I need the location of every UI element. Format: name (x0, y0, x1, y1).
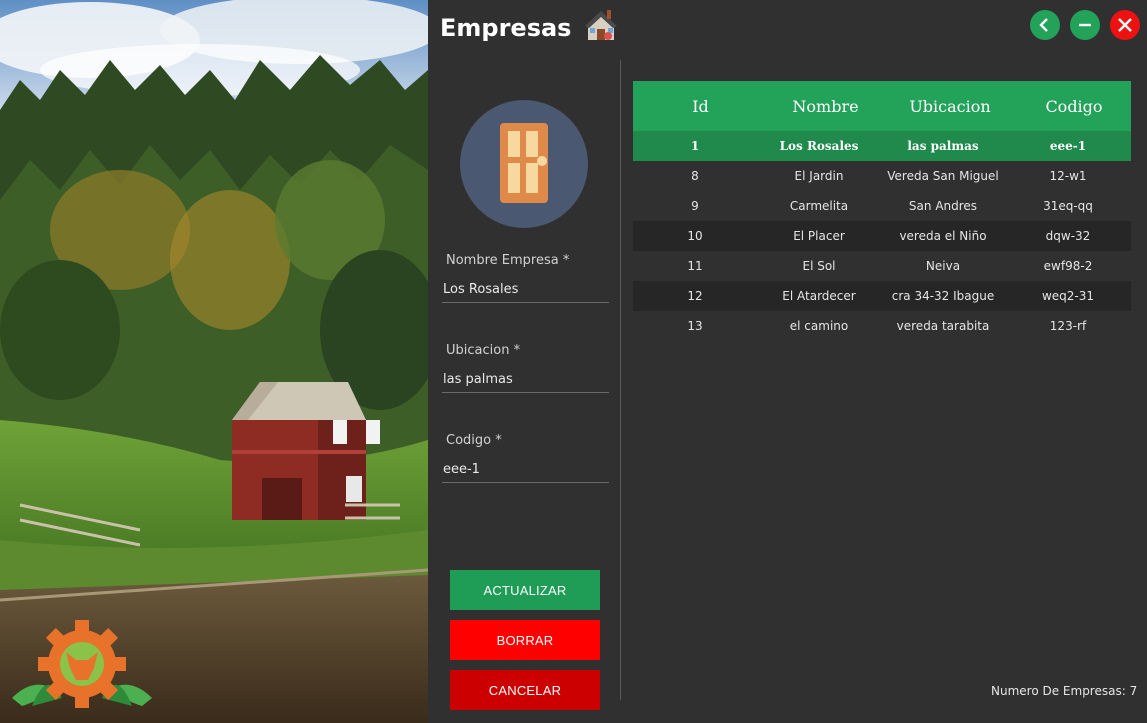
cell-name: El Sol (802, 259, 836, 273)
table-row-selected[interactable]: 1 Los Rosales las palmas eee-1 (633, 131, 1131, 161)
cell-location: Neiva (925, 259, 961, 273)
cell-code: weq2-31 (1041, 289, 1095, 303)
header-code[interactable]: Codigo (1017, 97, 1131, 116)
farm-landscape-image (0, 0, 428, 723)
delete-button[interactable]: BORRAR (450, 620, 600, 660)
header-id[interactable]: Id (633, 97, 768, 116)
gear-bull-logo-icon (12, 618, 152, 710)
header-name[interactable]: Nombre (768, 97, 883, 116)
cell-id: 8 (691, 169, 699, 183)
cell-code: 123-rf (1049, 319, 1087, 333)
cell-code: 12-w1 (1049, 169, 1087, 183)
company-name-input[interactable] (442, 276, 609, 303)
company-name-label: Nombre Empresa * (446, 253, 570, 268)
cell-code: 31eq-qq (1043, 199, 1093, 213)
cell-name: El Jardin (794, 169, 844, 183)
table-row[interactable]: 13 el camino vereda tarabita 123-rf (633, 311, 1131, 341)
table-row[interactable]: 11 El Sol Neiva ewf98-2 (633, 251, 1131, 281)
code-input[interactable] (442, 456, 609, 483)
code-label: Codigo * (446, 433, 502, 448)
minus-icon (1079, 23, 1091, 27)
cell-code: eee-1 (1049, 139, 1087, 153)
cell-name: El Placer (793, 229, 845, 243)
table-row[interactable]: 10 El Placer vereda el Niño dqw-32 (633, 221, 1131, 251)
door-icon (500, 123, 548, 203)
cell-name: Carmelita (789, 199, 849, 213)
header-location[interactable]: Ubicacion (883, 97, 1017, 116)
cell-name: Los Rosales (779, 139, 859, 153)
cancel-button[interactable]: CANCELAR (450, 670, 600, 710)
cell-name: El Atardecer (782, 289, 856, 303)
cell-id: 9 (691, 199, 699, 213)
companies-window: Empresas Nombre Empresa * Ubi (428, 0, 1147, 723)
cell-location: Vereda San Miguel (887, 169, 999, 183)
companies-count-label: Numero De Empresas: 7 (991, 684, 1138, 698)
cell-name: el camino (789, 319, 849, 333)
company-avatar (460, 100, 588, 228)
cell-location: vereda tarabita (896, 319, 990, 333)
cell-location: cra 34-32 Ibague (891, 289, 995, 303)
location-input[interactable] (442, 366, 609, 393)
cell-id: 12 (687, 289, 703, 303)
companies-table: Id Nombre Ubicacion Codigo 1 Los Rosales… (633, 81, 1131, 341)
close-button[interactable] (1110, 10, 1140, 40)
location-label: Ubicacion * (446, 343, 521, 358)
vertical-divider (620, 60, 621, 700)
house-icon (584, 8, 618, 44)
update-button[interactable]: ACTUALIZAR (450, 570, 600, 610)
table-row[interactable]: 9 Carmelita San Andres 31eq-qq (633, 191, 1131, 221)
cell-id: 13 (687, 319, 703, 333)
close-icon (1118, 18, 1132, 32)
cell-location: las palmas (907, 139, 979, 153)
cell-code: ewf98-2 (1043, 259, 1093, 273)
chevron-left-icon (1039, 18, 1048, 32)
cell-id: 10 (687, 229, 703, 243)
table-row[interactable]: 8 El Jardin Vereda San Miguel 12-w1 (633, 161, 1131, 191)
table-header: Id Nombre Ubicacion Codigo (633, 81, 1131, 131)
cell-code: dqw-32 (1045, 229, 1091, 243)
cell-id: 1 (690, 139, 700, 153)
minimize-button[interactable] (1070, 10, 1100, 40)
cell-location: San Andres (908, 199, 978, 213)
table-row[interactable]: 12 El Atardecer cra 34-32 Ibague weq2-31 (633, 281, 1131, 311)
page-title: Empresas (440, 14, 572, 42)
back-button[interactable] (1030, 10, 1060, 40)
cell-location: vereda el Niño (899, 229, 987, 243)
cell-id: 11 (687, 259, 703, 273)
